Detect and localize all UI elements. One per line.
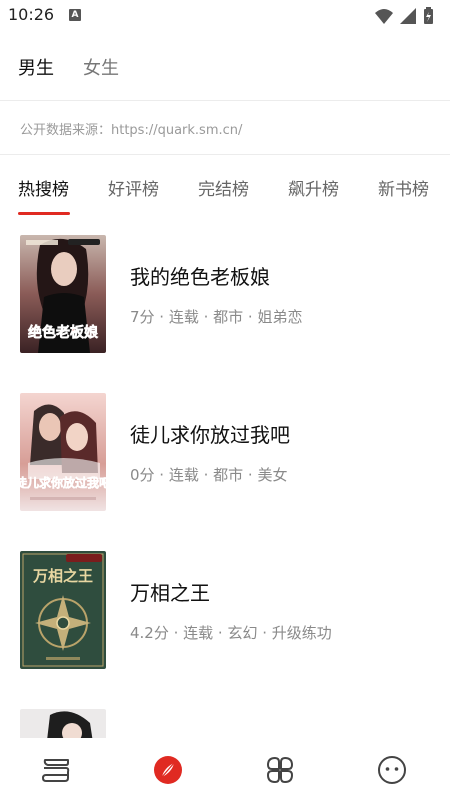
book-cover-emblem-icon: 万相之王 bbox=[20, 551, 106, 669]
nav-bookshelf[interactable] bbox=[40, 754, 72, 786]
tab-male[interactable]: 男生 bbox=[18, 54, 54, 80]
book-cover[interactable]: 绝色老板娘 bbox=[20, 235, 106, 353]
divider bbox=[0, 154, 450, 155]
book-item[interactable]: 万相之王 万相之王 4.2分 · 连载 · 玄幻 · 升级练功 bbox=[0, 548, 450, 669]
wifi-icon bbox=[375, 9, 393, 24]
source-note: 公开数据来源：https://quark.sm.cn/ bbox=[20, 123, 243, 138]
book-cover[interactable]: 徒儿求你放过我吧 bbox=[20, 393, 106, 511]
book-meta: 4.2分 · 连载 · 玄幻 · 升级练功 bbox=[130, 624, 332, 642]
tab-top-rated[interactable]: 好评榜 bbox=[108, 175, 159, 200]
book-title[interactable]: 万相之王 bbox=[130, 577, 210, 606]
compass-icon bbox=[154, 756, 182, 784]
book-cover-woman-icon: 绝色老板娘 bbox=[20, 235, 106, 353]
book-item[interactable]: 徒儿求你放过我吧 徒儿求你放过我吧 0分 · 连载 · 都市 · 美女 bbox=[0, 390, 450, 511]
book-cover-partial-icon bbox=[20, 709, 106, 738]
cover-title: 徒儿求你放过我吧 bbox=[20, 475, 106, 490]
book-item[interactable]: 绝色老板娘 我的绝色老板娘 7分 · 连载 · 都市 · 姐弟恋 bbox=[0, 232, 450, 353]
status-bar: 10:26 A bbox=[0, 0, 450, 32]
bottom-nav bbox=[0, 738, 450, 800]
book-item[interactable] bbox=[0, 706, 450, 738]
cover-title: 绝色老板娘 bbox=[28, 324, 99, 341]
tab-new-books[interactable]: 新书榜 bbox=[378, 175, 429, 200]
nav-discover[interactable] bbox=[152, 754, 184, 786]
book-meta: 0分 · 连载 · 都市 · 美女 bbox=[130, 466, 288, 484]
gender-tabs: 男生 女生 bbox=[0, 44, 450, 90]
tab-rising[interactable]: 飙升榜 bbox=[288, 175, 339, 200]
tab-completed[interactable]: 完结榜 bbox=[198, 175, 249, 200]
nav-categories[interactable] bbox=[264, 754, 296, 786]
book-title[interactable]: 徒儿求你放过我吧 bbox=[130, 419, 290, 448]
tab-female[interactable]: 女生 bbox=[83, 54, 119, 80]
book-meta: 7分 · 连载 · 都市 · 姐弟恋 bbox=[130, 308, 303, 326]
book-list: 绝色老板娘 我的绝色老板娘 7分 · 连载 · 都市 · 姐弟恋 徒儿求你放过我… bbox=[0, 232, 450, 738]
profile-icon bbox=[378, 756, 406, 784]
book-cover[interactable] bbox=[20, 709, 106, 738]
notification-badge-icon: A bbox=[69, 9, 81, 21]
active-tab-indicator bbox=[18, 212, 70, 215]
book-cover[interactable]: 万相之王 bbox=[20, 551, 106, 669]
signal-icon bbox=[400, 8, 416, 24]
battery-icon bbox=[424, 7, 433, 24]
tab-hot-search[interactable]: 热搜榜 bbox=[18, 175, 69, 200]
ranking-tabs: 热搜榜 好评榜 完结榜 飙升榜 新书榜 bbox=[0, 168, 450, 216]
book-cover-couple-icon: 徒儿求你放过我吧 bbox=[20, 393, 106, 511]
nav-profile[interactable] bbox=[376, 754, 408, 786]
bookshelf-icon bbox=[42, 759, 70, 782]
status-icons bbox=[375, 7, 433, 24]
divider bbox=[0, 100, 450, 101]
book-title[interactable]: 我的绝色老板娘 bbox=[130, 261, 270, 290]
status-time: 10:26 bbox=[8, 5, 55, 24]
cover-title: 万相之王 bbox=[32, 567, 93, 585]
categories-icon bbox=[267, 757, 293, 783]
